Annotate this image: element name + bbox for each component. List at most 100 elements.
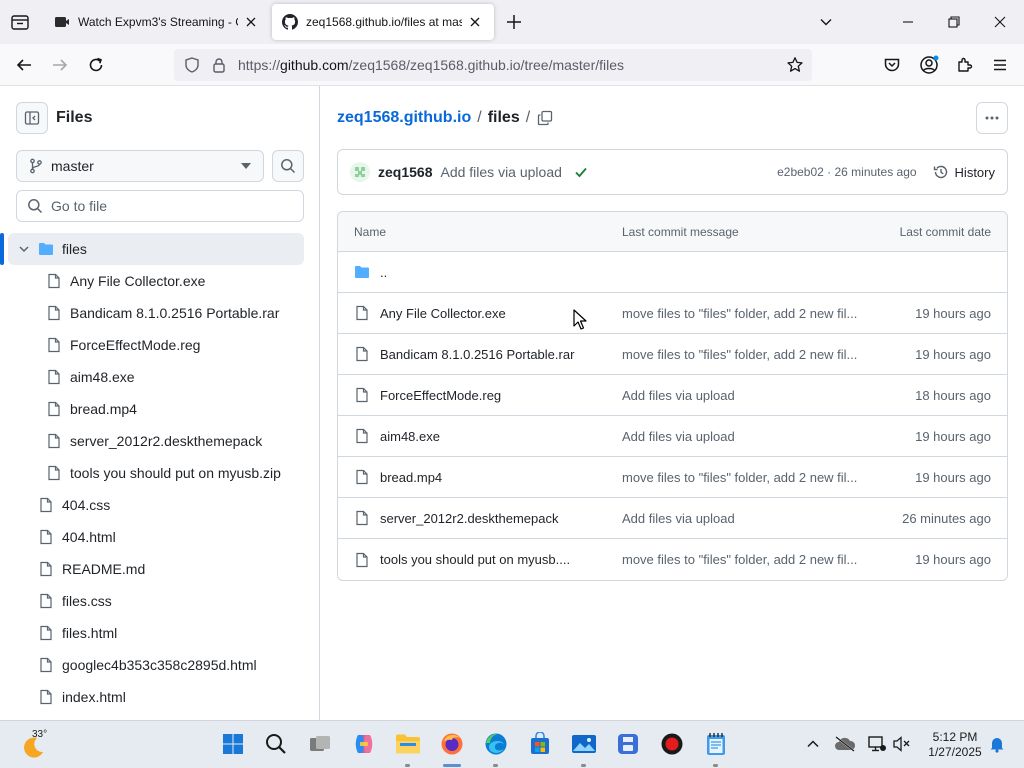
tab-title: zeq1568.github.io/files at maste	[306, 15, 462, 29]
file-name-link[interactable]: server_2012r2.deskthemepack	[380, 511, 559, 526]
go-to-file-input[interactable]	[51, 198, 291, 214]
file-name-link[interactable]: aim48.exe	[380, 429, 440, 444]
sidebar-title: Files	[56, 109, 93, 126]
tree-file[interactable]: bread.mp4	[0, 393, 319, 425]
commit-message-link[interactable]: move files to "files" folder, add 2 new …	[622, 347, 872, 362]
tree-file[interactable]: 404.html	[0, 521, 319, 553]
tree-file[interactable]: Bandicam 8.1.0.2516 Portable.rar	[0, 297, 319, 329]
tree-folder-files[interactable]: files	[0, 233, 304, 265]
table-row[interactable]: tools you should put on myusb.... move f…	[338, 539, 1007, 580]
branch-selector[interactable]: master	[16, 150, 264, 182]
tree-file[interactable]: files.html	[0, 617, 319, 649]
photos-icon[interactable]	[571, 731, 597, 757]
task-view-icon[interactable]	[307, 731, 333, 757]
taskbar-search-icon[interactable]	[263, 731, 289, 757]
url-domain: github.com	[280, 57, 349, 73]
copy-path-icon[interactable]	[535, 108, 555, 128]
search-icon	[28, 199, 43, 214]
history-button[interactable]: History	[933, 164, 995, 180]
forward-arrow-icon[interactable]	[49, 54, 71, 76]
commit-message-link[interactable]: Add files via upload	[622, 388, 872, 403]
chevron-down-icon[interactable]	[16, 241, 32, 257]
tree-file[interactable]: aim48.exe	[0, 361, 319, 393]
tree-item-label: Bandicam 8.1.0.2516 Portable.rar	[70, 305, 280, 321]
commit-date: 19 hours ago	[915, 469, 991, 485]
notepad-icon[interactable]	[703, 731, 729, 757]
weather-temperature: 33°	[32, 729, 48, 740]
go-to-file-field[interactable]	[16, 190, 304, 222]
more-options-button[interactable]	[976, 102, 1008, 134]
tree-file[interactable]: tools you should put on myusb.zip	[0, 457, 319, 489]
firefox-icon[interactable]	[439, 731, 465, 757]
onedrive-cloud-icon[interactable]	[832, 731, 858, 757]
parent-dir-link[interactable]: ..	[380, 265, 387, 280]
check-icon[interactable]	[574, 165, 588, 179]
volume-muted-icon[interactable]	[889, 731, 915, 757]
breadcrumb-repo-link[interactable]: zeq1568.github.io	[337, 109, 471, 127]
commit-message-link[interactable]: Add files via upload	[622, 429, 872, 444]
tab-github-files[interactable]: zeq1568.github.io/files at maste	[272, 4, 494, 40]
table-row[interactable]: ForceEffectMode.reg Add files via upload…	[338, 375, 1007, 416]
save-disk-app-icon[interactable]	[615, 731, 641, 757]
table-row[interactable]: bread.mp4 move files to "files" folder, …	[338, 457, 1007, 498]
chevron-down-icon[interactable]	[816, 12, 836, 32]
file-explorer-icon[interactable]	[395, 731, 421, 757]
table-row[interactable]: Any File Collector.exe move files to "fi…	[338, 293, 1007, 334]
taskbar-clock[interactable]: 5:12 PM 1/27/2025	[920, 730, 990, 760]
commit-author[interactable]: zeq1568	[378, 164, 432, 180]
avatar[interactable]	[350, 162, 370, 182]
tab-streaming[interactable]: Watch Expvm3's Streaming - Cr	[44, 4, 270, 40]
commit-message-link[interactable]: move files to "files" folder, add 2 new …	[622, 306, 872, 321]
table-row[interactable]: server_2012r2.deskthemepack Add files vi…	[338, 498, 1007, 539]
network-icon[interactable]	[864, 731, 890, 757]
tree-file[interactable]: index.html	[0, 681, 319, 713]
hamburger-menu-icon[interactable]	[989, 54, 1011, 76]
shield-icon[interactable]	[184, 57, 200, 73]
file-name-link[interactable]: ForceEffectMode.reg	[380, 388, 501, 403]
file-name-link[interactable]: tools you should put on myusb....	[380, 552, 570, 567]
new-tab-plus-icon[interactable]	[504, 12, 524, 32]
close-tab-icon[interactable]	[242, 13, 260, 31]
tree-file[interactable]: googlec4b353c358c2895d.html	[0, 649, 319, 681]
commit-message-link[interactable]: move files to "files" folder, add 2 new …	[622, 552, 872, 567]
minimize-icon[interactable]	[898, 12, 918, 32]
file-name-link[interactable]: Bandicam 8.1.0.2516 Portable.rar	[380, 347, 574, 362]
list-all-tabs-icon[interactable]	[8, 11, 32, 33]
commit-hash-time[interactable]: e2beb02 · 26 minutes ago	[777, 165, 916, 179]
tree-file[interactable]: 404.css	[0, 489, 319, 521]
close-tab-icon[interactable]	[466, 13, 484, 31]
table-row[interactable]: Bandicam 8.1.0.2516 Portable.rar move fi…	[338, 334, 1007, 375]
table-row-parent-dir[interactable]: ..	[338, 252, 1007, 293]
commit-message-link[interactable]: move files to "files" folder, add 2 new …	[622, 470, 872, 485]
record-icon[interactable]	[659, 731, 685, 757]
copilot-icon[interactable]	[351, 731, 377, 757]
file-name-link[interactable]: Any File Collector.exe	[380, 306, 506, 321]
tree-file[interactable]: Any File Collector.exe	[0, 265, 319, 297]
search-files-button[interactable]	[272, 150, 304, 182]
file-name-link[interactable]: bread.mp4	[380, 470, 442, 485]
address-bar[interactable]: https://github.com/zeq1568/zeq1568.githu…	[174, 49, 812, 81]
tree-file[interactable]: ForceEffectMode.reg	[0, 329, 319, 361]
bookmark-star-icon[interactable]	[786, 56, 804, 74]
back-arrow-icon[interactable]	[13, 54, 35, 76]
lock-icon[interactable]	[212, 57, 226, 73]
restore-icon[interactable]	[944, 12, 964, 32]
tree-file[interactable]: README.md	[0, 553, 319, 585]
notification-bell-icon[interactable]	[984, 731, 1010, 757]
edge-icon[interactable]	[483, 731, 509, 757]
extensions-icon[interactable]	[954, 54, 976, 76]
windows-start-icon[interactable]	[220, 731, 246, 757]
pocket-icon[interactable]	[881, 54, 903, 76]
commit-message[interactable]: Add files via upload	[440, 164, 561, 180]
chevron-up-icon[interactable]	[800, 731, 826, 757]
table-row[interactable]: aim48.exe Add files via upload 19 hours …	[338, 416, 1007, 457]
tree-file[interactable]: files.css	[0, 585, 319, 617]
microsoft-store-icon[interactable]	[527, 731, 553, 757]
account-icon[interactable]	[918, 54, 940, 76]
tree-file[interactable]: server_2012r2.deskthemepack	[0, 425, 319, 457]
reload-icon[interactable]	[85, 54, 107, 76]
close-window-icon[interactable]	[990, 12, 1010, 32]
commit-message-link[interactable]: Add files via upload	[622, 511, 872, 526]
breadcrumb-separator: /	[477, 109, 482, 126]
collapse-sidebar-button[interactable]	[16, 102, 48, 134]
